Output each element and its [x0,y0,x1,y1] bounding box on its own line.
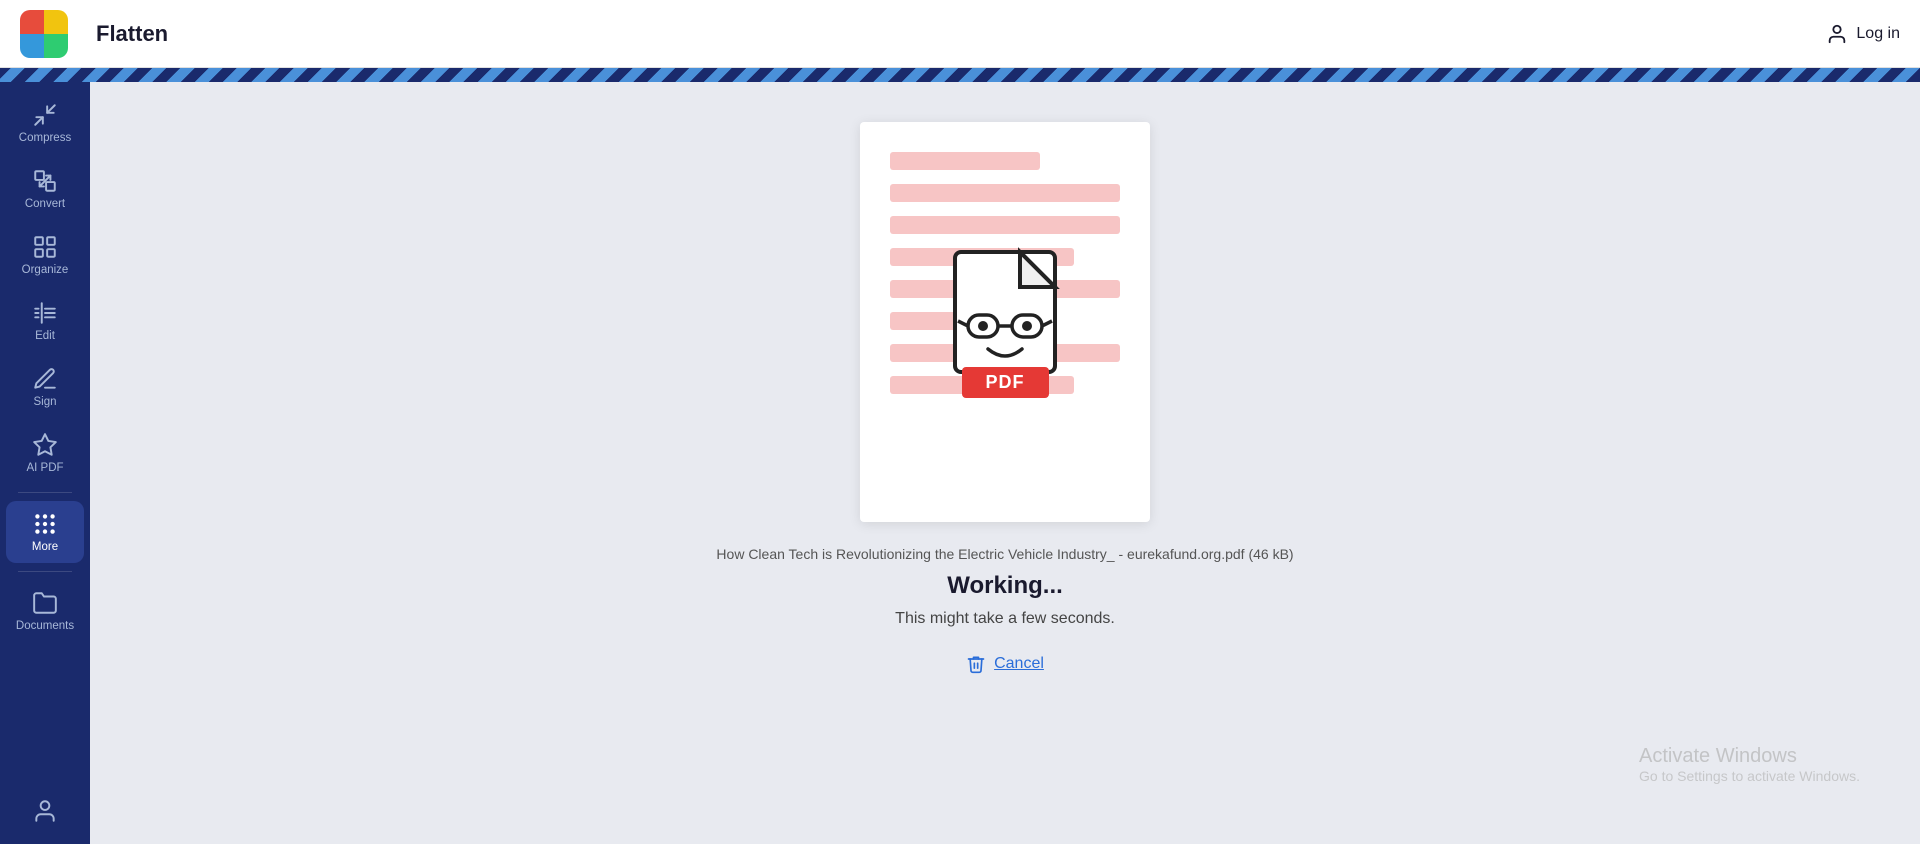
working-section: How Clean Tech is Revolutionizing the El… [110,546,1900,674]
sidebar-item-convert[interactable]: Convert [6,158,84,220]
sign-icon [32,366,58,392]
sidebar-item-sign[interactable]: Sign [6,356,84,418]
working-subtitle: This might take a few seconds. [895,610,1115,628]
more-label: More [32,541,58,553]
pdf-preview-card: PDF [860,122,1150,522]
compress-label: Compress [19,132,71,144]
sidebar-item-documents[interactable]: Documents [6,580,84,642]
compress-icon [32,102,58,128]
pdf-badge: PDF [962,367,1049,398]
working-title: Working... [947,572,1063,600]
convert-icon [32,168,58,194]
account-icon [32,798,58,824]
edit-label: Edit [35,330,55,342]
stripe-bar [0,68,1920,82]
ai-icon [32,432,58,458]
sidebar-item-organize[interactable]: Organize [6,224,84,286]
main-area: Compress Convert Organize [0,82,1920,844]
file-name: How Clean Tech is Revolutionizing the El… [716,546,1293,562]
cancel-label: Cancel [994,655,1044,673]
edit-icon [32,300,58,326]
bg-line-1 [890,152,1040,170]
cancel-button[interactable]: Cancel [966,654,1044,674]
aipdf-label: AI PDF [26,462,63,474]
sidebar-divider [18,492,72,493]
sidebar-item-edit[interactable]: Edit [6,290,84,352]
documents-icon [32,590,58,616]
documents-label: Documents [16,620,74,632]
bg-line-2 [890,184,1120,202]
file-icon-wrapper: PDF [950,247,1060,398]
login-button[interactable]: Log in [1826,23,1900,45]
app-logo[interactable] [20,10,68,58]
sign-label: Sign [33,396,56,408]
sidebar-item-aipdf[interactable]: AI PDF [6,422,84,484]
user-icon [1826,23,1848,45]
sidebar-item-account[interactable] [6,788,84,834]
sidebar: Compress Convert Organize [0,82,90,844]
trash-icon [966,654,986,674]
sidebar-divider-2 [18,571,72,572]
page-title: Flatten [96,21,168,47]
sidebar-item-more[interactable]: More [6,501,84,563]
file-icon-svg [950,247,1060,377]
login-label: Log in [1856,25,1900,43]
content-area: PDF How Clean Tech is Revolutionizing th… [90,82,1920,844]
organize-icon [32,234,58,260]
convert-label: Convert [25,198,65,210]
bg-line-3 [890,216,1120,234]
more-icon [32,511,58,537]
sidebar-item-compress[interactable]: Compress [6,92,84,154]
organize-label: Organize [22,264,69,276]
topbar: Flatten Log in [0,0,1920,68]
